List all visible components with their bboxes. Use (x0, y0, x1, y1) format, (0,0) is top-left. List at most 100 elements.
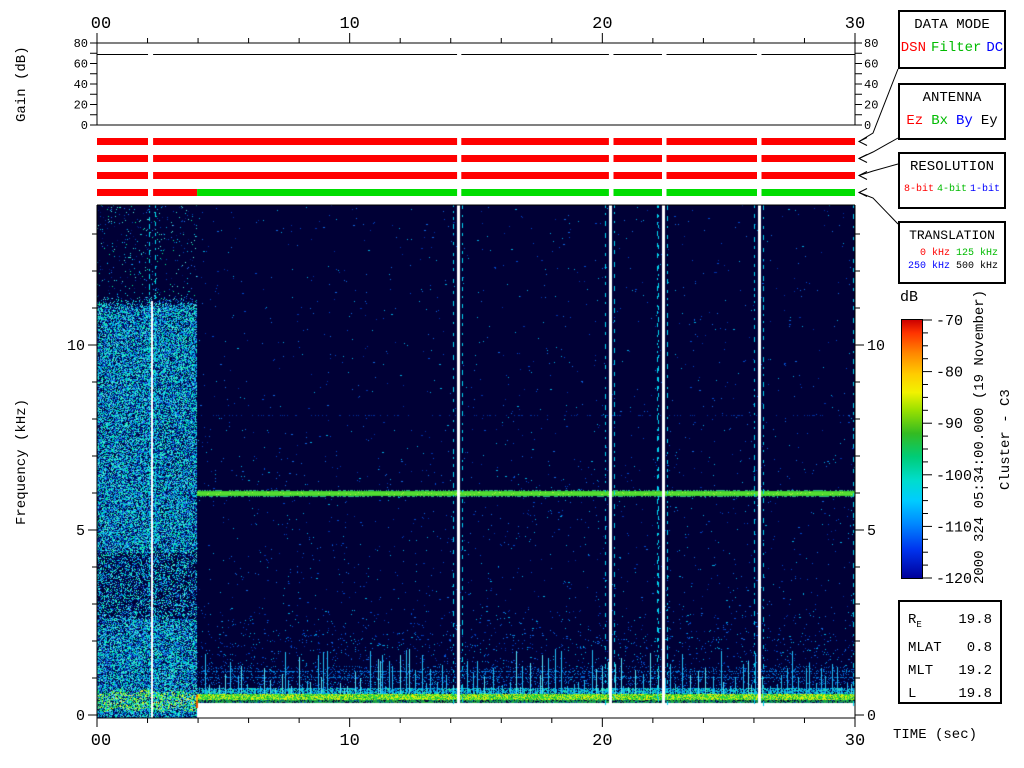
frequency-axis-label: Frequency (kHz) (14, 398, 30, 526)
antenna-option-ey: Ey (980, 113, 998, 129)
resolution-bar-segment (666, 172, 757, 179)
resolution-option-4bit: 4-bit (936, 184, 967, 195)
time-tick-label-top: 00 (91, 15, 111, 34)
time-tick-label-top: 20 (592, 15, 612, 34)
translation-bar-segment (153, 189, 198, 196)
datetime-label: 2000 324 05:34:00.000 (19 November) (972, 289, 988, 585)
antenna-option-bx: Bx (931, 113, 948, 129)
resolution-box: RESOLUTION 8-bit 4-bit 1-bit (898, 152, 1006, 209)
antenna-bar-segment (97, 155, 148, 162)
ephemeris-table: RE 19.8 MLAT 0.8 MLT 19.2 L 19.8 (898, 600, 1002, 704)
time-axis-label: TIME (sec) (893, 727, 978, 743)
time-tick-label-bottom: 00 (91, 732, 111, 751)
mlt-label: MLT (908, 662, 934, 679)
resolution-bar-segment (613, 172, 662, 179)
data-mode-options: DSN Filter DC (900, 40, 1004, 56)
freq-tick-label: 0 (76, 708, 85, 725)
mlat-label: MLAT (908, 639, 942, 656)
wbd-spectrogram-screen: 00 10 20 30 0 0 20 20 40 40 60 60 80 80 0 0 5 5 10 10 00 10 20… (0, 0, 1024, 768)
translation-option-250khz: 250 kHz (907, 261, 950, 272)
gain-ytick-label: 60 (74, 58, 88, 72)
colorbar-tick-label: -90 (936, 416, 963, 433)
translation-option-125khz: 125 kHz (955, 248, 998, 259)
gain-ytick-label: 20 (864, 99, 878, 113)
resolution-option-8bit: 8-bit (903, 184, 934, 195)
l-label: L (908, 685, 917, 702)
time-tick-label-top: 10 (339, 15, 359, 34)
gain-ytick-label: 20 (74, 99, 88, 113)
left-arrow-icon (857, 188, 868, 197)
data-mode-bar-segment (761, 138, 855, 145)
table-row-mlat: MLAT 0.8 (908, 637, 992, 660)
translation-bar-segment (666, 189, 757, 196)
data-mode-box: DATA MODE DSN Filter DC (898, 10, 1006, 69)
antenna-box: ANTENNA Ez Bx By Ey (898, 83, 1006, 140)
data-mode-title: DATA MODE (914, 17, 990, 33)
gain-ytick-label: 0 (81, 119, 88, 133)
antenna-bar-segment (613, 155, 662, 162)
data-mode-option-dc: DC (986, 40, 1004, 56)
box-connector-line (858, 192, 899, 225)
spacecraft-label: Cluster - C3 (998, 389, 1014, 491)
resolution-bar-segment (761, 172, 855, 179)
resolution-option-1bit: 1-bit (970, 184, 1001, 195)
box-connector-line (858, 163, 899, 176)
data-mode-option-filter: Filter (930, 40, 982, 56)
left-arrow-icon (857, 154, 868, 163)
table-row-l: L 19.8 (908, 683, 992, 706)
gain-ytick-label: 60 (864, 58, 878, 72)
colorbar-tick-label: -100 (936, 468, 972, 485)
gain-ytick-label: 80 (74, 37, 88, 51)
translation-option-500khz: 500 kHz (955, 261, 998, 272)
box-connector-line (858, 137, 899, 159)
data-mode-bar-segment (666, 138, 757, 145)
data-mode-bar-segment (461, 138, 609, 145)
gain-ytick-label: 40 (864, 78, 878, 92)
re-label-sub: E (916, 619, 922, 630)
translation-bar-segment (613, 189, 662, 196)
spectrogram-canvas (97, 205, 855, 718)
l-value: 19.8 (958, 685, 992, 702)
translation-option-0khz: 0 kHz (919, 248, 950, 259)
antenna-bar-segment (761, 155, 855, 162)
antenna-option-ez: Ez (906, 113, 924, 129)
time-tick-label-top: 30 (845, 15, 865, 34)
mlat-value: 0.8 (966, 639, 992, 656)
colorbar-tick-label: -120 (936, 571, 972, 588)
translation-box: TRANSLATION 0 kHz 125 kHz 250 kHz 500 kH… (898, 221, 1006, 284)
freq-tick-label: 5 (76, 523, 85, 540)
antenna-option-by: By (956, 113, 973, 129)
freq-tick-label: 5 (867, 523, 876, 540)
time-tick-label-bottom: 20 (592, 732, 612, 751)
antenna-bar-segment (461, 155, 609, 162)
freq-tick-label: 10 (867, 338, 885, 355)
time-tick-label-bottom: 30 (845, 732, 865, 751)
table-row-mlt: MLT 19.2 (908, 660, 992, 683)
translation-bar-segment (197, 189, 458, 196)
data-mode-bar-segment (97, 138, 148, 145)
translation-bar-segment (761, 189, 855, 196)
antenna-bar-segment (666, 155, 757, 162)
left-arrow-icon (857, 171, 868, 180)
re-label: RE (908, 609, 922, 637)
translation-bar-segment (97, 189, 148, 196)
left-arrow-icon (857, 137, 868, 146)
translation-options-row1: 0 kHz 125 kHz (900, 247, 1004, 260)
gain-ytick-label: 0 (864, 119, 871, 133)
re-value: 19.8 (958, 612, 992, 628)
mlt-value: 19.2 (958, 662, 992, 679)
data-mode-option-dsn: DSN (900, 40, 926, 56)
colorbar-tick-label: -70 (936, 313, 963, 330)
resolution-bar-segment (97, 172, 148, 179)
freq-tick-label: 10 (67, 338, 85, 355)
translation-title: TRANSLATION (909, 228, 995, 243)
resolution-bar-segment (461, 172, 609, 179)
box-connector-line (858, 68, 899, 142)
colorbar-tick-label: -110 (936, 519, 972, 536)
data-mode-bar-segment (153, 138, 458, 145)
gain-axis-label: Gain (dB) (14, 46, 30, 122)
resolution-options: 8-bit 4-bit 1-bit (900, 184, 1004, 195)
resolution-bar-segment (153, 172, 458, 179)
colorbar-unit-label: dB (900, 289, 919, 306)
resolution-title: RESOLUTION (909, 159, 994, 175)
